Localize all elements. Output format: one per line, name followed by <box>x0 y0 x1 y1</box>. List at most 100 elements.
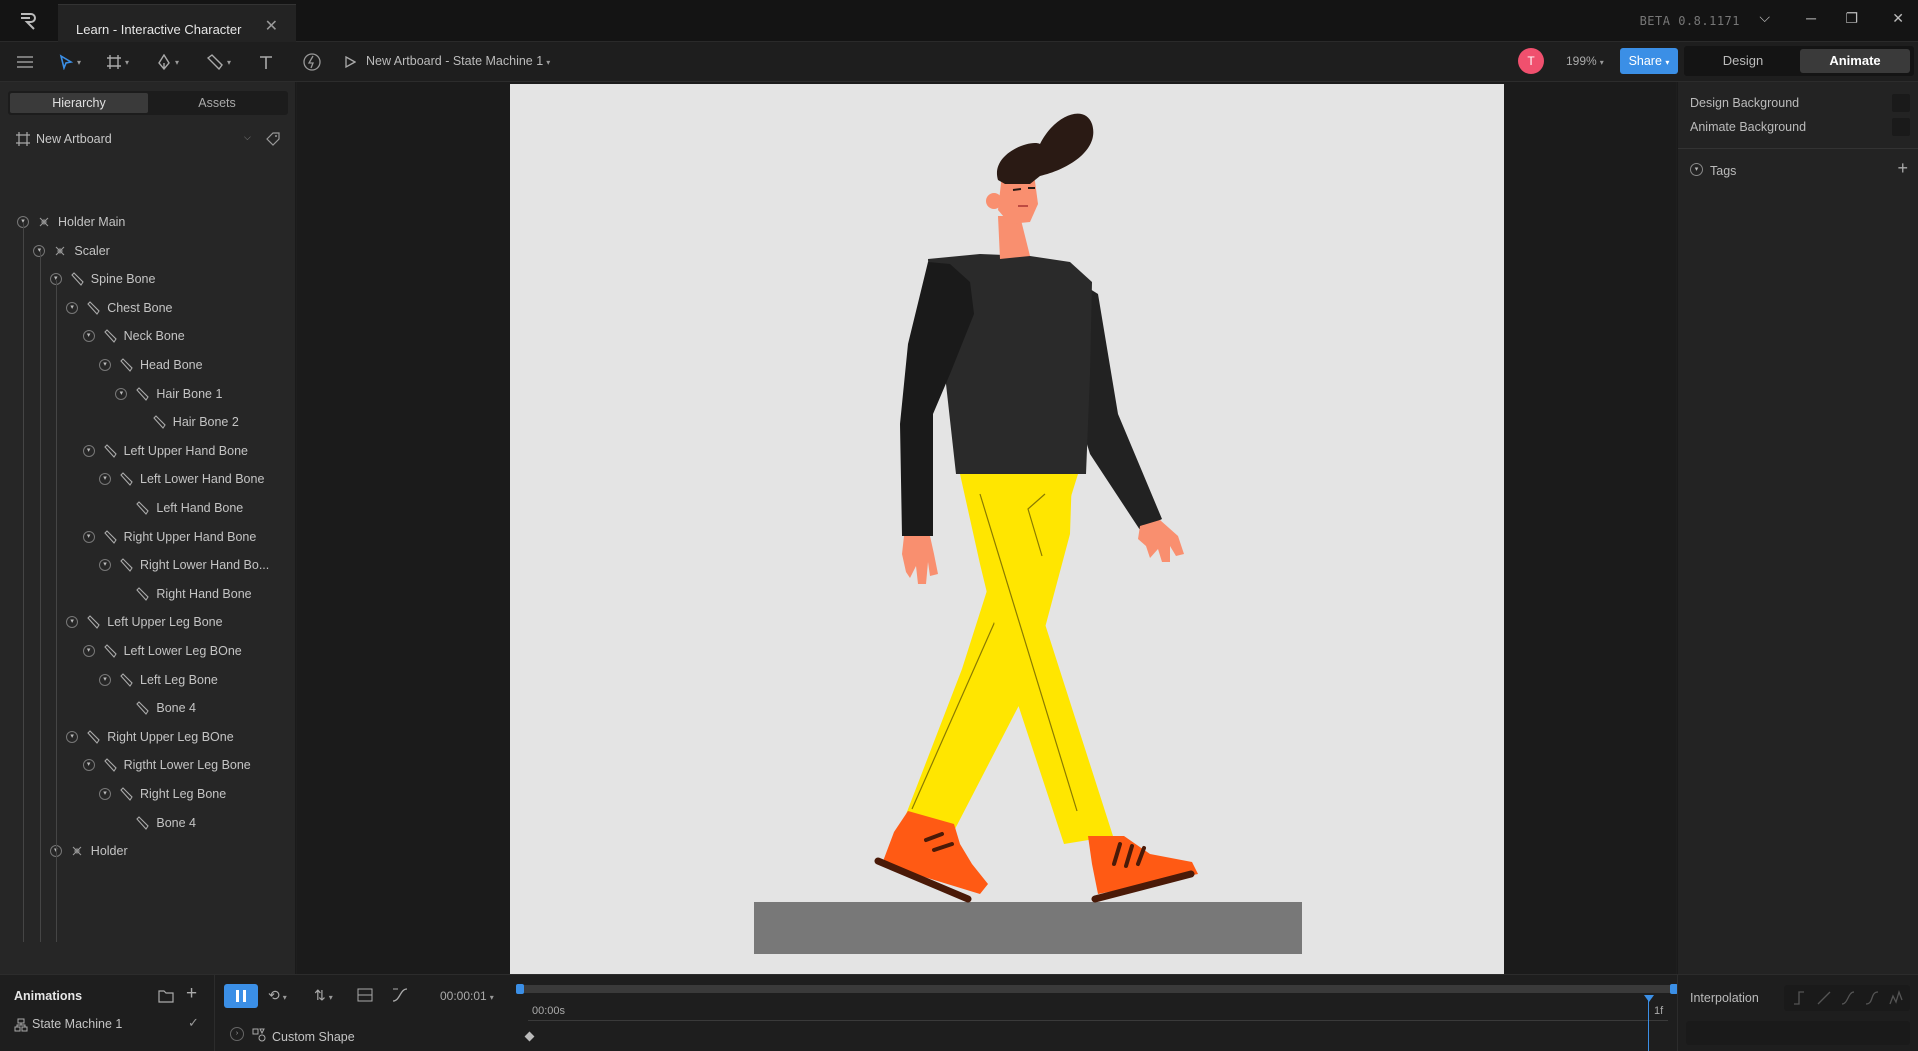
character-illustration[interactable] <box>510 84 1504 974</box>
tree-item-label: Left Lower Leg BOne <box>123 644 242 658</box>
minimize-icon[interactable]: ─ <box>1806 10 1816 26</box>
bone-tool-button[interactable]: ▾ <box>206 50 231 74</box>
tree-item[interactable]: ▾ Left Upper Leg Bone <box>66 612 223 632</box>
tree-item[interactable]: ▾ Right Upper Leg BOne <box>66 727 234 747</box>
artboard-tool-button[interactable]: ▾ <box>106 50 129 74</box>
expand-toggle-icon[interactable]: ▾ <box>99 559 111 572</box>
expand-toggle-icon[interactable]: ▾ <box>99 673 111 686</box>
tree-item[interactable]: ▾ Left Lower Leg BOne <box>82 641 242 661</box>
tree-item[interactable]: ▾ Chest Bone <box>66 298 173 318</box>
tags-toggle-icon[interactable]: ▾ <box>1690 163 1703 176</box>
close-window-icon[interactable]: ✕ <box>1892 10 1904 27</box>
tab-hierarchy[interactable]: Hierarchy <box>10 93 148 113</box>
chevron-down-icon[interactable]: ⌵ <box>244 132 251 143</box>
folder-icon[interactable] <box>158 989 174 1003</box>
expand-toggle-icon[interactable]: ▾ <box>82 530 95 543</box>
animate-background-label: Animate Background <box>1690 120 1807 134</box>
expand-toggle-icon[interactable]: ▾ <box>66 616 79 629</box>
ruler-line <box>528 1020 1668 1021</box>
expand-toggle-icon[interactable]: ▾ <box>82 645 95 657</box>
tree-item[interactable]: ▾ Rigtht Lower Leg Bone <box>82 755 251 775</box>
keyframe-diamond[interactable] <box>524 1031 535 1042</box>
tree-item-label: Neck Bone <box>123 329 185 344</box>
tree-item[interactable]: ▾ Neck Bone <box>82 326 185 346</box>
play-icon[interactable] <box>344 56 356 68</box>
tree-item[interactable]: Left Hand Bone <box>115 498 243 518</box>
tree-item[interactable]: ▾Holder Main <box>17 212 125 232</box>
expand-toggle-icon[interactable]: ▾ <box>99 788 111 800</box>
check-icon: ✓ <box>188 1015 199 1030</box>
pause-button[interactable] <box>224 984 258 1008</box>
divider <box>1678 148 1918 149</box>
artboard-row[interactable]: New Artboard ⌵ <box>16 129 286 151</box>
tree-item[interactable]: ▾ Right Lower Hand Bo... <box>99 555 269 575</box>
tag-icon[interactable] <box>266 132 280 146</box>
expand-toggle-icon[interactable]: ▾ <box>66 730 79 743</box>
left-panel-tabs: Hierarchy Assets <box>8 91 288 115</box>
add-tag-icon[interactable]: + <box>1897 158 1908 179</box>
expand-toggle-icon[interactable]: ▾ <box>99 473 111 486</box>
artboard[interactable] <box>510 84 1504 974</box>
tree-item[interactable]: ▾ Right Leg Bone <box>99 784 226 804</box>
design-background-label: Design Background <box>1690 96 1800 110</box>
tree-item[interactable]: ▾ Left Upper Hand Bone <box>82 441 248 461</box>
tree-guide-line <box>56 280 57 942</box>
timeline-track[interactable]: 00:00s 1f <box>516 975 1678 1051</box>
playhead-handle[interactable] <box>1644 995 1654 1002</box>
easing-icon[interactable] <box>392 988 408 1002</box>
events-icon[interactable] <box>302 50 322 74</box>
expand-toggle-icon[interactable]: ▾ <box>115 387 128 400</box>
tree-item[interactable]: ▾ Spine Bone <box>49 269 155 289</box>
animate-background-swatch[interactable] <box>1892 118 1910 136</box>
tree-item[interactable]: Bone 4 <box>115 813 196 833</box>
expand-toggle-icon[interactable]: ▾ <box>82 444 95 457</box>
text-tool-icon[interactable] <box>258 50 274 74</box>
restore-icon[interactable]: ❐ <box>1845 10 1858 27</box>
frame-marker: 1f <box>1654 1005 1664 1017</box>
interpolation-options[interactable] <box>1784 985 1910 1011</box>
direction-icon[interactable]: ⇅ ▾ <box>314 987 333 1004</box>
share-button[interactable]: Share ▾ <box>1620 48 1678 74</box>
tree-item[interactable]: Right Hand Bone <box>115 584 252 604</box>
design-mode-button[interactable]: Design <box>1688 49 1798 73</box>
timeline-scrubber[interactable] <box>518 985 1676 993</box>
tree-item[interactable]: ▾ Hair Bone 1 <box>115 384 222 404</box>
tab-assets[interactable]: Assets <box>148 93 286 113</box>
tree-item[interactable]: ▾ Left Leg Bone <box>99 670 218 690</box>
add-animation-icon[interactable]: + <box>186 983 197 1005</box>
expand-toggle-icon[interactable]: ▾ <box>82 330 95 343</box>
document-tab[interactable]: Learn - Interactive Character ✕ <box>58 4 296 42</box>
close-tab-icon[interactable]: ✕ <box>265 16 278 36</box>
expand-layer-icon[interactable]: › <box>230 1027 244 1041</box>
zoom-value: 199% <box>1566 54 1597 68</box>
avatar[interactable]: T <box>1518 48 1544 74</box>
range-start-handle[interactable] <box>516 984 524 994</box>
expand-toggle-icon[interactable]: ▾ <box>66 301 79 314</box>
tree-item[interactable]: ▾ Left Lower Hand Bone <box>99 469 264 489</box>
animations-title: Animations <box>14 989 83 1003</box>
playhead[interactable] <box>1648 997 1649 1051</box>
loop-mode-icon[interactable]: ⟲ ▾ <box>268 987 287 1004</box>
chevron-down-icon[interactable]: ⌵ <box>1759 9 1770 26</box>
pen-tool-button[interactable]: ▾ <box>156 50 179 74</box>
tree-item-label: Bone 4 <box>156 701 197 716</box>
tree-item[interactable]: Bone 4 <box>115 698 196 718</box>
back-shoe-shape <box>874 811 988 903</box>
zoom-selector[interactable]: 199% ▾ <box>1566 54 1604 68</box>
expand-toggle-icon[interactable]: ▾ <box>82 759 95 772</box>
animate-mode-button[interactable]: Animate <box>1800 49 1910 73</box>
state-machine-selector[interactable]: New Artboard - State Machine 1 ▾ <box>366 54 550 68</box>
expand-toggle-icon[interactable]: ▾ <box>99 359 111 371</box>
tree-item[interactable]: ▾ Head Bone <box>99 355 203 375</box>
tree-item[interactable]: ▾ Right Upper Hand Bone <box>82 527 256 547</box>
timecode[interactable]: 00:00:01 ▾ <box>440 989 494 1003</box>
select-tool-button[interactable]: ▾ <box>58 50 81 74</box>
rive-logo-icon[interactable] <box>18 11 40 31</box>
menu-icon[interactable] <box>16 50 34 74</box>
tree-item[interactable]: Hair Bone 2 <box>132 412 239 432</box>
group-icon <box>72 846 82 856</box>
tree-item[interactable]: ▾Scaler <box>33 241 110 261</box>
tree-item[interactable]: ▾Holder <box>49 841 128 861</box>
graph-editor-icon[interactable] <box>357 988 373 1002</box>
design-background-swatch[interactable] <box>1892 94 1910 112</box>
